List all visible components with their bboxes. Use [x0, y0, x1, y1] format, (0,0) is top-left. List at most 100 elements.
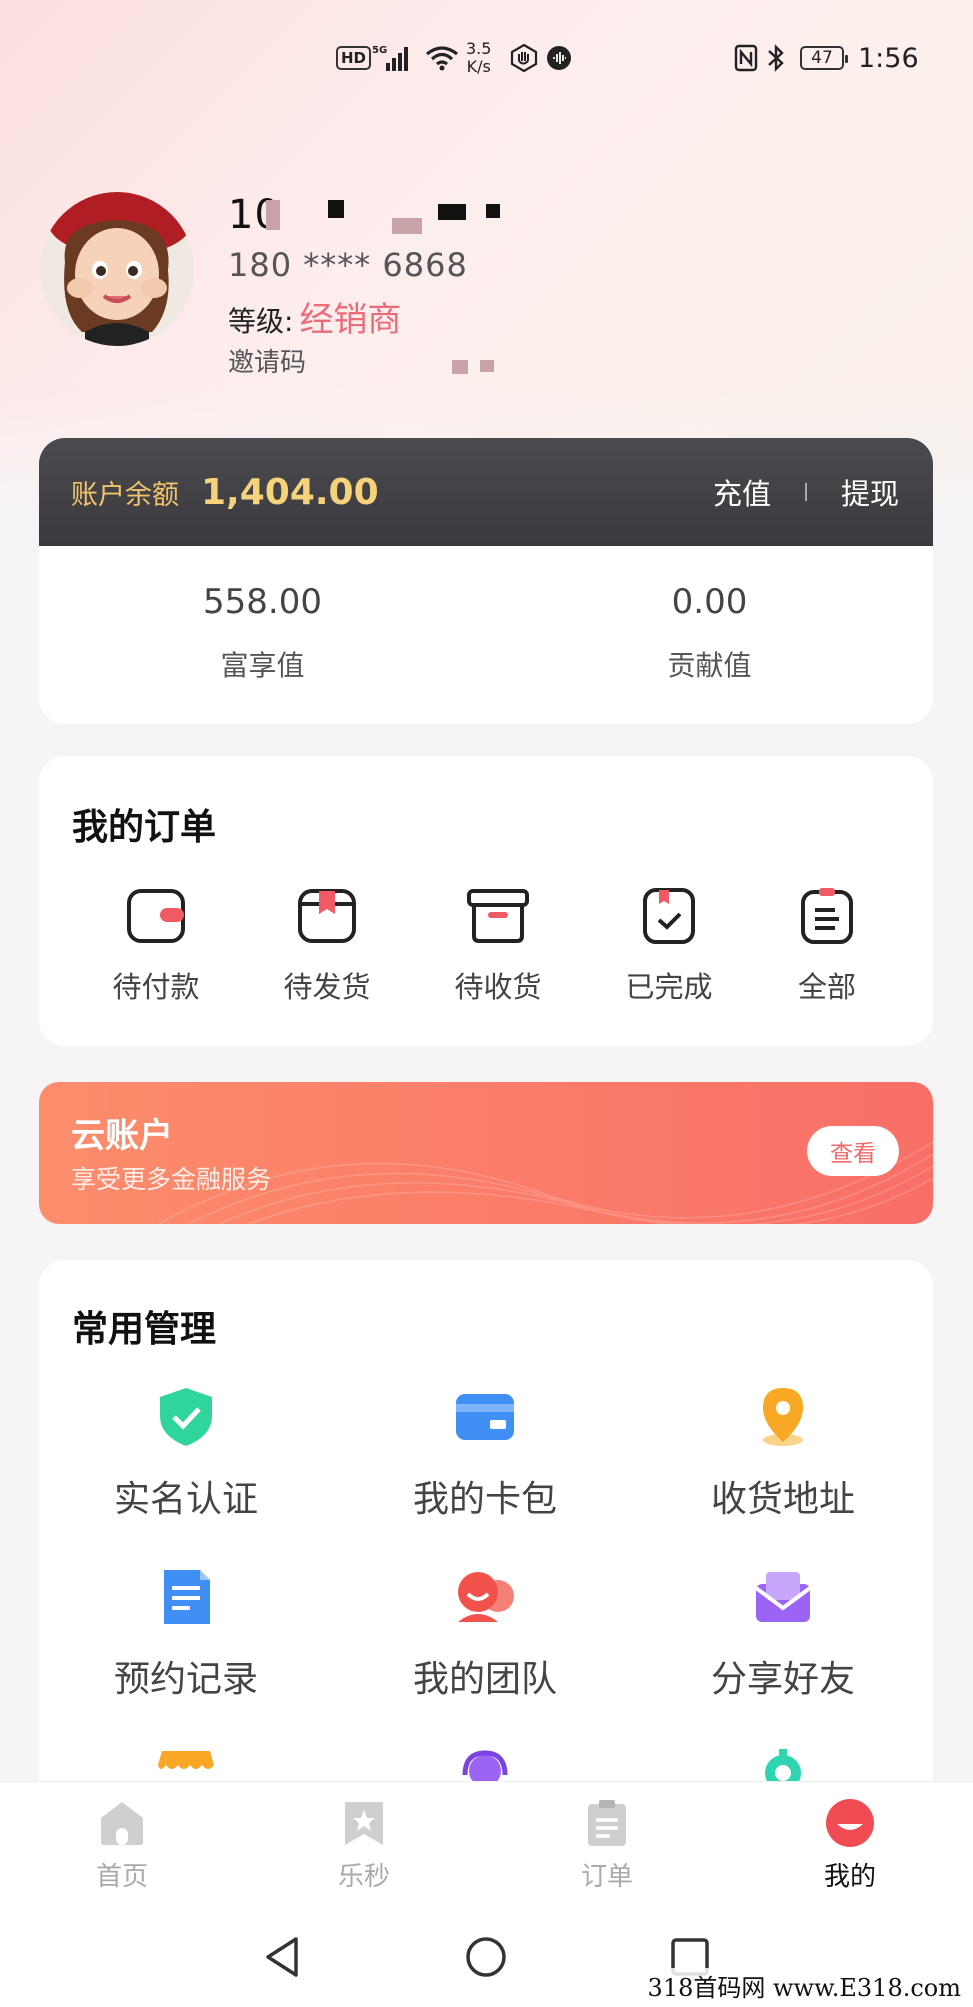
manage-address[interactable]: 收货地址: [673, 1386, 893, 1522]
stat-label: 贡献值: [667, 649, 752, 682]
order-label: 全部: [797, 970, 856, 1004]
stat-fuxiang[interactable]: 558.00 富享值: [39, 546, 486, 724]
tab-label: 我的: [823, 1862, 876, 1892]
manage-label: 实名认证: [113, 1479, 258, 1520]
tab-label: 乐秒: [337, 1862, 390, 1892]
cloud-account-title: 云账户: [71, 1116, 173, 1156]
phone-number: 180 **** 6868: [228, 246, 468, 284]
completed-icon: [643, 888, 695, 944]
balance-actions: 充值 提现: [713, 471, 899, 513]
settings-icon: [765, 1749, 801, 1785]
cloud-account-banner[interactable]: 云账户 享受更多金融服务 查看: [39, 1082, 933, 1224]
order-completed[interactable]: 已完成: [599, 886, 739, 1006]
order-label: 待付款: [112, 970, 200, 1004]
hd-indicator: HD: [336, 30, 372, 86]
back-icon[interactable]: [262, 1935, 302, 1979]
redaction-mark: [438, 204, 466, 220]
order-all[interactable]: 全部: [757, 886, 897, 1006]
avatar[interactable]: [40, 192, 194, 346]
level-row: 等级: 经销商: [228, 292, 401, 341]
manage-label: 我的卡包: [412, 1479, 557, 1520]
audio-icon: [546, 30, 572, 86]
recharge-button[interactable]: 充值: [713, 471, 771, 513]
team-icon: [458, 1572, 514, 1622]
shield-check-icon: [160, 1388, 212, 1446]
order-pending-payment[interactable]: 待付款: [86, 886, 226, 1006]
manage-label: 分享好友: [710, 1659, 855, 1700]
wave-decoration: [158, 1141, 933, 1224]
withdraw-button[interactable]: 提现: [841, 471, 899, 513]
mail-share-icon: [754, 1572, 812, 1622]
redaction-mark: [266, 200, 280, 230]
wallet-icon: [127, 889, 185, 943]
clock: 1:56: [858, 42, 919, 74]
order-label: 已完成: [625, 970, 713, 1004]
invite-code-label: 邀请码: [228, 348, 307, 378]
card-icon: [456, 1394, 514, 1440]
profile-icon: [826, 1799, 874, 1847]
store-icon: [158, 1751, 214, 1769]
manage-real-name[interactable]: 实名认证: [76, 1386, 296, 1522]
cloud-account-subtitle: 享受更多金融服务: [71, 1165, 272, 1194]
tab-label: 订单: [580, 1862, 633, 1892]
headset-icon: [462, 1750, 508, 1785]
tab-mine[interactable]: 我的: [790, 1798, 910, 1893]
order-pending-shipment[interactable]: 待发货: [257, 886, 397, 1006]
manage-label: 预约记录: [113, 1659, 258, 1700]
bluetooth-icon: [766, 30, 786, 86]
balance-card: 账户余额 1,404.00 充值 提现 558.00 富享值 0.00 贡献值: [39, 438, 933, 724]
signal-icon: 5G: [372, 30, 416, 86]
orders-title: 我的订单: [72, 807, 217, 848]
stat-value: 0.00: [671, 582, 748, 622]
stat-gongxian[interactable]: 0.00 贡献值: [486, 546, 933, 724]
battery-level: 47: [800, 46, 848, 70]
bottom-tab-bar: 首页 乐秒 订单 我的: [0, 1781, 973, 1909]
stat-value: 558.00: [203, 582, 322, 622]
tab-orders[interactable]: 订单: [547, 1798, 667, 1893]
orders-card: 我的订单 待付款 待发货 待收货 已完成 全部: [39, 756, 933, 1046]
watermark-text: 318首码网 www.E318.com: [643, 1968, 965, 2003]
location-pin-icon: [763, 1388, 803, 1446]
network-speed: 3.5 K/s: [466, 30, 491, 86]
balance-label: 账户余额: [71, 479, 179, 511]
redaction-mark: [480, 360, 494, 372]
nfc-icon: [734, 30, 758, 86]
order-label: 待收货: [454, 970, 542, 1004]
system-navigation-bar: 318首码网 www.E318.com: [0, 1909, 973, 2007]
home-icon: [101, 1802, 143, 1845]
document-icon: [164, 1570, 210, 1624]
speed-value: 3.5: [466, 39, 492, 58]
balance-header: 账户余额 1,404.00 充值 提现: [39, 438, 933, 546]
level-label: 等级:: [228, 305, 294, 338]
manage-share[interactable]: 分享好友: [673, 1566, 893, 1702]
manage-team[interactable]: 我的团队: [375, 1566, 595, 1702]
view-button[interactable]: 查看: [807, 1126, 899, 1176]
battery-icon: 47: [800, 30, 848, 86]
stats-row: 558.00 富享值 0.00 贡献值: [39, 546, 933, 724]
balance-value: 1,404.00: [201, 471, 379, 513]
redaction-mark: [392, 218, 422, 234]
level-value: 经销商: [299, 300, 402, 340]
manage-label: 收货地址: [710, 1479, 855, 1520]
network-type-label: 5G: [372, 45, 387, 56]
divider: [804, 483, 807, 501]
home-circle-icon[interactable]: [464, 1935, 508, 1979]
order-label: 待发货: [283, 970, 371, 1004]
hd-label: HD: [336, 46, 372, 70]
list-icon: [801, 888, 853, 944]
status-bar: HD 5G 3.5 K/s 47 1:56: [0, 30, 973, 86]
speed-unit: K/s: [466, 57, 491, 76]
tab-home[interactable]: 首页: [62, 1798, 182, 1893]
clipboard-icon: [588, 1800, 626, 1846]
stat-label: 富享值: [220, 649, 305, 682]
box-icon: [298, 889, 356, 943]
redaction-mark: [452, 360, 468, 374]
order-pending-receipt[interactable]: 待收货: [428, 886, 568, 1006]
tab-label: 首页: [95, 1862, 148, 1892]
manage-reservation[interactable]: 预约记录: [76, 1566, 296, 1702]
manage-card-wallet[interactable]: 我的卡包: [375, 1386, 595, 1522]
wifi-icon: [425, 30, 459, 86]
tab-lemiao[interactable]: 乐秒: [304, 1798, 424, 1893]
package-icon: [467, 889, 529, 943]
manage-card: 常用管理 实名认证 我的卡包 收货地址 预约记录 我的团队 分享好友: [39, 1260, 933, 1820]
